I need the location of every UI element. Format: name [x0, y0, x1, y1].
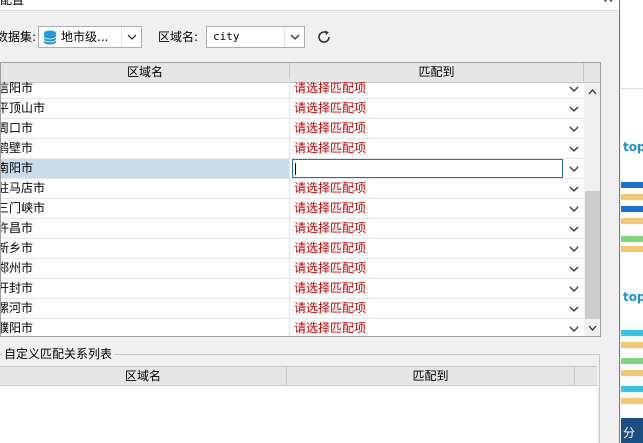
match-select-cell[interactable]: 请选择匹配项: [291, 79, 584, 98]
custom-group-title: 自定义匹配关系列表: [2, 346, 115, 362]
area-name-cell: 驻马店市: [1, 179, 290, 198]
match-select-cell[interactable]: 请选择匹配项: [291, 259, 584, 278]
area-name-cell: 漯河市: [1, 299, 290, 318]
chevron-down-icon[interactable]: [284, 27, 304, 47]
chevron-down-icon[interactable]: [564, 319, 584, 336]
chevron-down-icon[interactable]: [564, 299, 584, 318]
match-placeholder: 请选择匹配项: [294, 321, 367, 335]
area-name-cell: 许昌市: [1, 219, 290, 238]
table-row[interactable]: 鹤壁市请选择匹配项: [1, 139, 584, 159]
match-select-cell[interactable]: 请选择匹配项: [291, 219, 584, 238]
database-icon: [43, 30, 57, 45]
chevron-down-icon[interactable]: [564, 139, 584, 158]
match-select-cell[interactable]: [291, 159, 584, 178]
match-placeholder: 请选择匹配项: [294, 201, 367, 215]
dialog-title: 配置: [0, 0, 25, 7]
area-name-cell: 鹤壁市: [1, 139, 290, 158]
match-placeholder: 请选择匹配项: [294, 121, 367, 135]
area-field-combo[interactable]: city: [206, 26, 305, 48]
area-name-cell: 新乡市: [1, 239, 290, 258]
area-name-cell: 南阳市: [1, 159, 290, 178]
area-label: 区域名:: [158, 30, 199, 44]
background-window: top top 分: [621, 0, 643, 443]
table-row[interactable]: 驻马店市 请选择匹配项: [1, 179, 584, 199]
match-placeholder: 请选择匹配项: [294, 81, 367, 95]
match-select-cell[interactable]: 请选择匹配项: [291, 119, 584, 138]
table-row[interactable]: 周口市请选择匹配项: [1, 119, 584, 139]
table-row[interactable]: 许昌市请选择匹配项: [1, 219, 584, 239]
match-select-cell[interactable]: 请选择匹配项: [291, 239, 584, 258]
dataset-value: 地市级...: [61, 30, 109, 44]
chevron-down-icon[interactable]: [121, 27, 141, 47]
match-select-cell[interactable]: 请选择匹配项: [291, 99, 584, 118]
text-caret: [295, 163, 296, 175]
area-name-cell: 郑州市: [1, 259, 290, 278]
chevron-down-icon[interactable]: [564, 239, 584, 258]
match-select-cell[interactable]: 请选择匹配项: [291, 319, 584, 336]
refresh-icon[interactable]: [316, 29, 332, 45]
area-name-cell: 三门峡市: [1, 199, 290, 218]
dataset-combo[interactable]: 地市级...: [38, 26, 142, 48]
area-name-cell: 濮阳市: [1, 319, 290, 336]
chevron-down-icon[interactable]: [564, 79, 584, 98]
match-config-dialog: 配置 ✕ 数据集: 地市级... 区域名: city: [0, 0, 620, 443]
vertical-scrollbar[interactable]: [584, 83, 600, 336]
chevron-down-icon[interactable]: [564, 259, 584, 278]
table-row[interactable]: 三门峡市 请选择匹配项: [1, 199, 584, 219]
area-name-cell: 平顶山市: [1, 99, 290, 118]
chevron-down-icon[interactable]: [564, 199, 584, 218]
area-name-cell: 周口市: [1, 119, 290, 138]
match-placeholder: 请选择匹配项: [294, 261, 367, 275]
table-row[interactable]: 漯河市请选择匹配项: [1, 299, 584, 319]
chevron-down-icon[interactable]: [564, 159, 584, 178]
chevron-down-icon[interactable]: [564, 99, 584, 118]
scrollbar-thumb[interactable]: [585, 191, 600, 319]
chevron-down-icon[interactable]: [564, 119, 584, 138]
table-row[interactable]: 平顶山市 请选择匹配项: [1, 99, 584, 119]
match-select-editor[interactable]: [292, 159, 563, 178]
match-select-cell[interactable]: 请选择匹配项: [291, 299, 584, 318]
match-select-cell[interactable]: 请选择匹配项: [291, 279, 584, 298]
table-row[interactable]: 信阳市请选择匹配项: [1, 79, 584, 99]
dataset-label: 数据集:: [0, 30, 37, 44]
background-text: top: [623, 290, 643, 304]
table-row[interactable]: 新乡市请选择匹配项: [1, 239, 584, 259]
scroll-up-icon[interactable]: [584, 83, 600, 100]
chevron-down-icon[interactable]: [564, 179, 584, 198]
table-row[interactable]: 开封市请选择匹配项: [1, 279, 584, 299]
area-match-table: 区域名 匹配到 信阳市请选择匹配项平顶山市请选择匹配项周口市请选择匹配项鹤壁市请…: [0, 62, 601, 337]
table-body: 信阳市请选择匹配项平顶山市请选择匹配项周口市请选择匹配项鹤壁市请选择匹配项南阳市…: [1, 79, 584, 336]
toolbar: 数据集: 地市级... 区域名: city: [0, 24, 619, 50]
custom-match-table: 区域名 匹配到: [0, 366, 597, 443]
header-corner: [584, 63, 600, 83]
match-placeholder: 请选择匹配项: [294, 101, 367, 115]
custom-table-header: 区域名 匹配到: [0, 367, 597, 386]
match-placeholder: 请选择匹配项: [294, 281, 367, 295]
area-value: city: [213, 30, 240, 43]
chevron-down-icon[interactable]: [564, 279, 584, 298]
chevron-down-icon[interactable]: [564, 219, 584, 238]
table-row[interactable]: 郑州市请选择匹配项: [1, 259, 584, 279]
close-icon[interactable]: ✕: [602, 0, 614, 6]
match-placeholder: 请选择匹配项: [294, 241, 367, 255]
dialog-titlebar: 配置 ✕: [0, 0, 619, 11]
match-placeholder: 请选择匹配项: [294, 221, 367, 235]
background-text: top: [623, 140, 643, 154]
match-placeholder: 请选择匹配项: [294, 141, 367, 155]
match-placeholder: 请选择匹配项: [294, 301, 367, 315]
custom-column-header-match[interactable]: 匹配到: [287, 367, 575, 385]
area-name-cell: 开封市: [1, 279, 290, 298]
background-text: 分: [623, 426, 636, 440]
match-select-cell[interactable]: 请选择匹配项: [291, 139, 584, 158]
table-row[interactable]: 南阳市: [1, 159, 584, 179]
match-select-cell[interactable]: 请选择匹配项: [291, 199, 584, 218]
match-placeholder: 请选择匹配项: [294, 181, 367, 195]
scroll-down-icon[interactable]: [584, 319, 600, 336]
area-name-cell: 信阳市: [1, 79, 290, 98]
match-select-cell[interactable]: 请选择匹配项: [291, 179, 584, 198]
custom-column-header-area[interactable]: 区域名: [0, 367, 287, 385]
table-row[interactable]: 濮阳市请选择匹配项: [1, 319, 584, 336]
